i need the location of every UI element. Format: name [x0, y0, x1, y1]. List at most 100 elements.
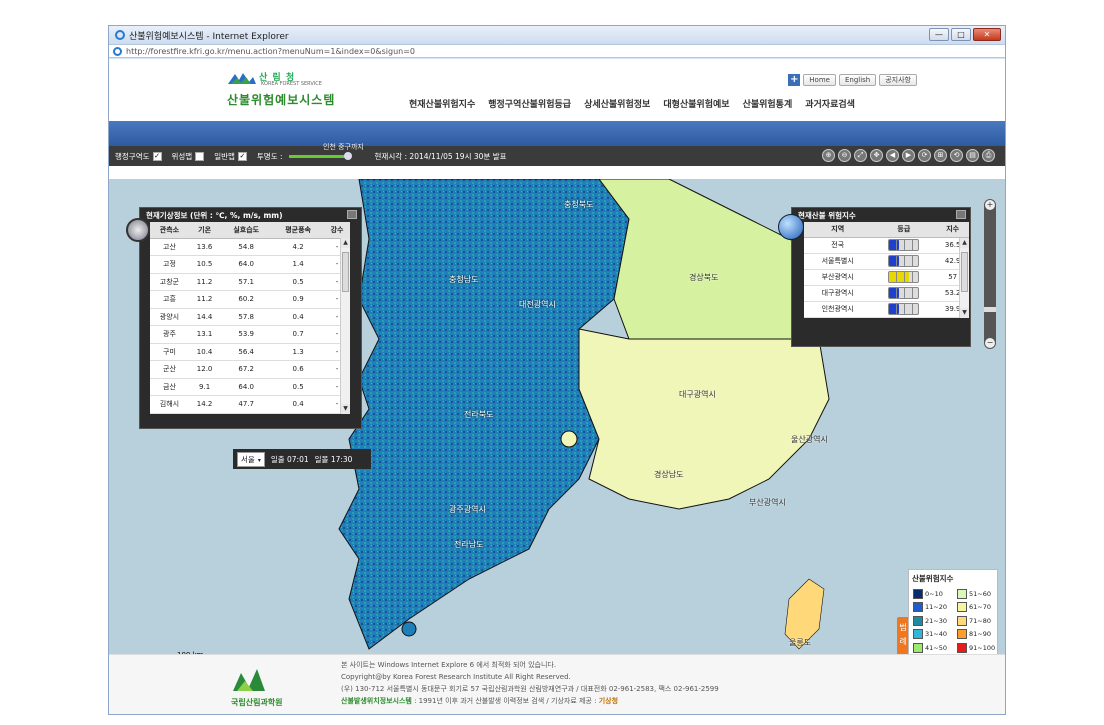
table-row[interactable]: 전국 36.5: [804, 237, 969, 254]
kma-link[interactable]: 기상청: [599, 697, 618, 705]
risk-region: 인천광역시: [804, 301, 872, 318]
reset-icon[interactable]: ⟲: [950, 149, 963, 162]
col-rain: 강수: [324, 222, 350, 239]
home-link[interactable]: Home: [803, 74, 836, 86]
nav-admin-grade[interactable]: 행정구역산불위험등급: [488, 97, 571, 110]
weather-table: 관측소 기온 실효습도 평균풍속 강수 고산 13.6 54.8 4.2- 고정 10.5…: [150, 222, 350, 414]
risk-region: 부산광역시: [804, 269, 872, 286]
next-icon[interactable]: ▶: [902, 149, 915, 162]
print-icon[interactable]: ⎙: [982, 149, 995, 162]
address-bar[interactable]: http://forestfire.kfri.go.kr/menu.action…: [109, 44, 1005, 58]
table-row[interactable]: 군산 12.0 67.2 0.6-: [150, 360, 350, 379]
risk-scroll-up-icon[interactable]: ▲: [960, 238, 969, 248]
scroll-thumb[interactable]: [342, 252, 349, 292]
table-row[interactable]: 고흥 11.2 60.2 0.9-: [150, 290, 350, 309]
nav-current-index[interactable]: 현재산불위험지수: [409, 97, 475, 110]
table-row[interactable]: 서울특별시 42.9: [804, 253, 969, 270]
nav-detail-info[interactable]: 상세산불위험정보: [584, 97, 650, 110]
weather-cell: 14.2: [188, 395, 221, 414]
satellite-map-toggle[interactable]: 위성맵: [172, 151, 205, 162]
forecast-date: 현재시각 : 2014/11/05 19시 30분 발표: [374, 151, 507, 161]
risk-scrollbar[interactable]: ▲ ▼: [959, 238, 969, 318]
legend-label: 0~10: [925, 589, 943, 598]
weather-cell: 9.1: [188, 378, 221, 396]
notice-link[interactable]: 공지사항: [879, 74, 917, 86]
opacity-slider[interactable]: [288, 151, 352, 160]
risk-scroll-down-icon[interactable]: ▼: [960, 307, 969, 318]
risk-scroll-thumb[interactable]: [961, 252, 968, 292]
admin-map-checkbox[interactable]: ✓: [152, 151, 162, 161]
nav-large-fire[interactable]: 대형산불위험예보: [663, 97, 729, 110]
maximize-button[interactable]: □: [951, 28, 971, 41]
scroll-down-icon[interactable]: ▼: [341, 403, 350, 414]
weather-panel: 현재기상정보 (단위 : ℃, %, m/s, mm) 관측소 기온 실효습도 …: [126, 207, 362, 429]
table-row[interactable]: 광양시 14.4 57.8 0.4-: [150, 308, 350, 326]
city-select[interactable]: 서울: [237, 451, 265, 467]
weather-cell: 군산: [150, 360, 189, 379]
satellite-map-checkbox[interactable]: [195, 151, 205, 161]
admin-map-toggle[interactable]: 행정구역도 ✓: [115, 151, 162, 162]
zoom-slider[interactable]: + −: [984, 199, 996, 349]
general-map-checkbox[interactable]: ✓: [237, 151, 247, 161]
weather-cell: 1.4: [272, 255, 325, 274]
nav-statistics[interactable]: 산불위험통계: [743, 97, 793, 110]
weather-cell: 67.2: [220, 360, 273, 379]
fire-history-link[interactable]: 산불발생위치정보시스템: [341, 697, 412, 705]
zoom-in-button[interactable]: +: [985, 200, 995, 210]
table-row[interactable]: 김해시 14.2 47.7 0.4-: [150, 395, 350, 414]
col-index: 지수: [936, 222, 969, 238]
satellite-map-label: 위성맵: [171, 151, 193, 161]
opacity-slider-knob[interactable]: [343, 151, 352, 160]
pan-icon[interactable]: ✥: [870, 149, 883, 162]
english-link[interactable]: English: [838, 74, 877, 86]
legend-swatch: [913, 642, 923, 653]
zoom-out-icon[interactable]: ⊖: [838, 149, 851, 162]
zoom-in-icon[interactable]: ⊕: [822, 149, 835, 162]
weather-scrollbar[interactable]: ▲ ▼: [340, 238, 350, 414]
weather-cell: 14.4: [188, 308, 221, 326]
weather-cell: 0.7: [272, 325, 325, 344]
scroll-up-icon[interactable]: ▲: [341, 238, 350, 248]
risk-minimize-button[interactable]: [956, 210, 966, 219]
table-row[interactable]: 고산 13.6 54.8 4.2-: [150, 238, 350, 256]
site-title[interactable]: 산불위험예보시스템: [227, 91, 335, 108]
weather-cell: 64.0: [220, 378, 273, 396]
minimize-button[interactable]: —: [929, 28, 949, 41]
table-row[interactable]: 고창군 11.2 57.1 0.5-: [150, 273, 350, 291]
grade-gauge: [888, 287, 920, 299]
map-label-chungnam: 충청남도: [449, 275, 479, 284]
legend-item: 51~60: [953, 588, 997, 599]
plus-icon[interactable]: +: [788, 74, 801, 86]
weather-cell: 고정: [150, 255, 189, 274]
nav-history-search[interactable]: 과거자료검색: [805, 97, 855, 110]
table-row[interactable]: 구미 10.4 56.4 1.3-: [150, 343, 350, 361]
grid-icon[interactable]: ⊞: [934, 149, 947, 162]
table-row[interactable]: 대구광역시 53.2: [804, 285, 969, 302]
table-row[interactable]: 부산광역시 57: [804, 269, 969, 286]
previous-icon[interactable]: ◀: [886, 149, 899, 162]
table-row[interactable]: 인천광역시 39.9: [804, 301, 969, 318]
general-map-toggle[interactable]: 일반맵 ✓: [214, 151, 247, 162]
table-row[interactable]: 금산 9.1 64.0 0.5-: [150, 378, 350, 396]
close-button[interactable]: ✕: [973, 28, 1001, 41]
risk-grade: [871, 285, 937, 302]
refresh-icon[interactable]: ⟳: [918, 149, 931, 162]
weather-minimize-button[interactable]: [347, 210, 357, 219]
col-station: 관측소: [150, 222, 189, 239]
table-row[interactable]: 고정 10.5 64.0 1.4-: [150, 255, 350, 274]
address-url[interactable]: http://forestfire.kfri.go.kr/menu.action…: [126, 47, 415, 56]
list-icon[interactable]: ▤: [966, 149, 979, 162]
zoom-out-button[interactable]: −: [985, 338, 995, 348]
risk-grade: [871, 269, 937, 286]
sunrise-text: 일출 07:01: [270, 454, 309, 464]
risk-grade: [871, 253, 937, 270]
forest-service-logo-icon[interactable]: [227, 71, 257, 85]
grade-gauge: [888, 239, 920, 251]
weather-cell: 김해시: [150, 395, 189, 414]
kfri-logo-text: 국립산림과학원: [231, 698, 283, 707]
table-row[interactable]: 광주 13.1 53.9 0.7-: [150, 325, 350, 344]
legend-item: 31~40: [909, 629, 953, 640]
gyeongnam[interactable]: [578, 328, 830, 510]
full-extent-icon[interactable]: ⤢: [854, 149, 867, 162]
zoom-knob[interactable]: [984, 307, 996, 312]
